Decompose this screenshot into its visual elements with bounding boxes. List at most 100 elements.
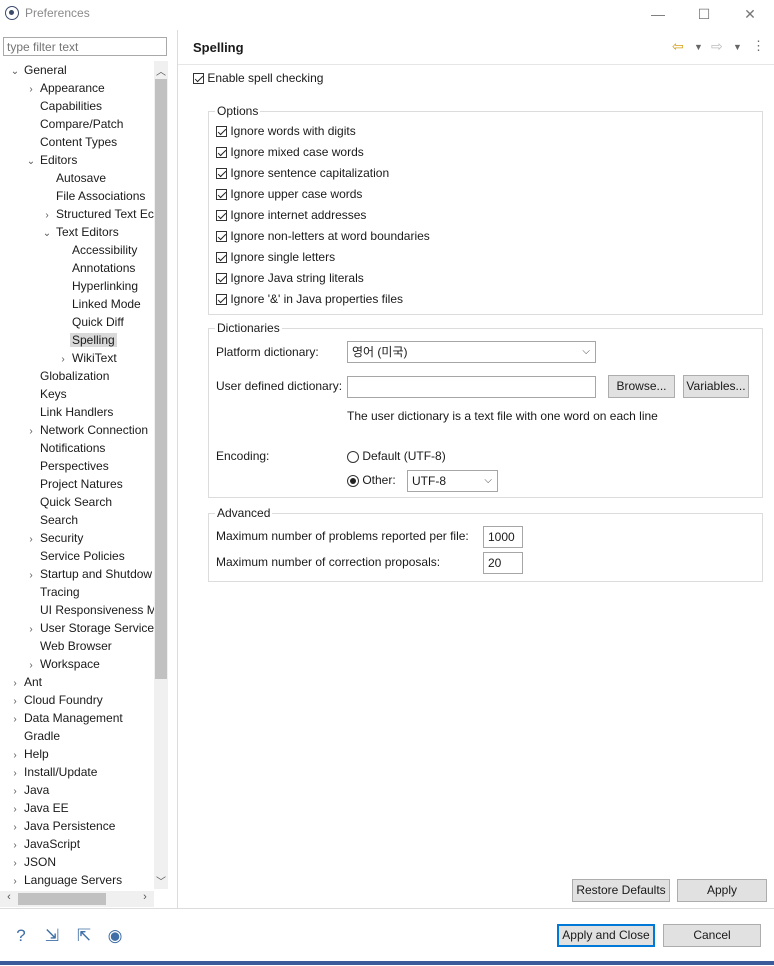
platform-dictionary-select[interactable]: 영어 (미국) ⌵ [347, 341, 596, 363]
tree-item[interactable]: Search [24, 511, 80, 529]
scroll-thumb[interactable] [155, 79, 167, 679]
option-checkbox[interactable]: Ignore '&' in Java properties files [216, 290, 403, 308]
checkbox-icon[interactable] [216, 273, 227, 285]
encoding-other-radio[interactable]: Other: [347, 471, 396, 489]
apply-and-close-button[interactable]: Apply and Close [557, 924, 655, 947]
tree-item[interactable]: Accessibility [56, 241, 139, 259]
scroll-right-icon[interactable]: › [138, 891, 152, 903]
browse-button[interactable]: Browse... [608, 375, 675, 398]
tree-item[interactable]: › Java Persistence [8, 817, 117, 835]
checkbox-icon[interactable] [216, 210, 227, 222]
checkbox-icon[interactable] [216, 231, 227, 243]
tree-item[interactable]: Globalization [24, 367, 111, 385]
radio-icon[interactable] [347, 450, 359, 463]
encoding-default-radio[interactable]: Default (UTF-8) [347, 447, 446, 465]
scroll-left-icon[interactable]: ‹ [2, 891, 16, 903]
max-proposals-input[interactable]: 20 [483, 552, 523, 574]
tree-item[interactable]: Tracing [24, 583, 82, 601]
tree-item[interactable]: Service Policies [24, 547, 127, 565]
tree-item[interactable]: Autosave [40, 169, 108, 187]
back-arrow-icon[interactable]: ⇦ [672, 38, 684, 55]
tree-item[interactable]: › Java [8, 781, 51, 799]
option-checkbox[interactable]: Ignore Java string literals [216, 269, 364, 287]
tree-item[interactable]: Content Types [24, 133, 119, 151]
tree-item[interactable]: › Structured Text Ec [40, 205, 154, 223]
maximize-button[interactable]: ☐ [689, 4, 719, 24]
view-menu-icon[interactable]: ⋮ [752, 38, 765, 54]
tree-item[interactable]: › Workspace [24, 655, 102, 673]
user-dictionary-input[interactable] [347, 376, 596, 398]
tree-item[interactable]: Compare/Patch [24, 115, 125, 133]
tree-item[interactable]: › Network Connection [24, 421, 150, 439]
max-problems-input[interactable]: 1000 [483, 526, 523, 548]
tree-item[interactable]: File Associations [40, 187, 147, 205]
tree-item[interactable]: › Install/Update [8, 763, 99, 781]
checkbox-icon[interactable] [216, 294, 227, 306]
tree-item[interactable]: › JSON [8, 853, 58, 871]
option-checkbox[interactable]: Ignore upper case words [216, 185, 362, 203]
tree-item[interactable]: ⌄ General [8, 61, 69, 79]
option-checkbox[interactable]: Ignore sentence capitalization [216, 164, 389, 182]
tree-item[interactable]: › WikiText [56, 349, 119, 367]
expanded-chevron-icon[interactable]: ⌄ [8, 63, 22, 81]
tree-item[interactable]: › Data Management [8, 709, 125, 727]
tree-item[interactable]: › User Storage Service [24, 619, 154, 637]
back-menu-chevron-icon[interactable]: ▼ [694, 42, 703, 52]
enable-spell-checkbox[interactable]: Enable spell checking [193, 69, 323, 87]
tree-item[interactable]: › Language Servers [8, 871, 124, 889]
encoding-other-select[interactable]: UTF-8 ⌵ [407, 470, 498, 492]
tree-vertical-scrollbar[interactable]: ︿ ﹀ [154, 61, 168, 889]
minimize-button[interactable]: — [643, 4, 673, 24]
forward-arrow-icon[interactable]: ⇨ [711, 38, 723, 55]
forward-menu-chevron-icon[interactable]: ▼ [733, 42, 742, 52]
tree-item[interactable]: Capabilities [24, 97, 104, 115]
checkbox-icon[interactable] [216, 126, 227, 138]
tree-item[interactable]: Project Natures [24, 475, 125, 493]
tree-item[interactable]: Keys [24, 385, 69, 403]
option-checkbox[interactable]: Ignore single letters [216, 248, 335, 266]
tree-item[interactable]: › Ant [8, 673, 44, 691]
option-checkbox[interactable]: Ignore mixed case words [216, 143, 364, 161]
cancel-button[interactable]: Cancel [663, 924, 761, 947]
tree-item[interactable]: Web Browser [24, 637, 114, 655]
option-checkbox[interactable]: Ignore internet addresses [216, 206, 366, 224]
variables-button[interactable]: Variables... [683, 375, 749, 398]
checkbox-icon[interactable] [216, 189, 227, 201]
tree-item[interactable]: › Java EE [8, 799, 71, 817]
tree-item[interactable]: Linked Mode [56, 295, 143, 313]
help-icon[interactable]: ? [10, 925, 32, 947]
export-icon[interactable]: ⇱ [73, 925, 95, 947]
tree-item[interactable]: › Help [8, 745, 51, 763]
close-button[interactable]: ✕ [735, 4, 765, 24]
option-checkbox[interactable]: Ignore non-letters at word boundaries [216, 227, 430, 245]
apply-button[interactable]: Apply [677, 879, 767, 902]
tree-item[interactable]: › Security [24, 529, 85, 547]
hscroll-thumb[interactable] [18, 893, 106, 905]
panel-divider[interactable] [177, 30, 178, 908]
expanded-chevron-icon[interactable]: ⌄ [40, 225, 54, 243]
checkbox-icon[interactable] [193, 73, 204, 85]
record-icon[interactable]: ◉ [104, 925, 126, 947]
scroll-down-icon[interactable]: ﹀ [154, 873, 168, 888]
checkbox-icon[interactable] [216, 168, 227, 180]
tree-item[interactable]: › JavaScript [8, 835, 82, 853]
filter-input[interactable] [3, 37, 167, 56]
tree-item[interactable]: Gradle [8, 727, 62, 745]
tree-item[interactable]: Notifications [24, 439, 107, 457]
tree-item[interactable]: › Startup and Shutdow [24, 565, 154, 583]
tree-item[interactable]: Link Handlers [24, 403, 115, 421]
tree-item[interactable]: UI Responsiveness M [24, 601, 154, 619]
checkbox-icon[interactable] [216, 147, 227, 159]
collapsed-chevron-icon[interactable]: › [8, 873, 22, 889]
scroll-up-icon[interactable]: ︿ [154, 63, 168, 78]
tree-item[interactable]: ⌄ Text Editors [40, 223, 121, 241]
expanded-chevron-icon[interactable]: ⌄ [24, 153, 38, 171]
tree-item[interactable]: Spelling [56, 331, 117, 349]
tree-item[interactable]: ⌄ Editors [24, 151, 79, 169]
restore-defaults-button[interactable]: Restore Defaults [572, 879, 670, 902]
import-icon[interactable]: ⇲ [41, 925, 63, 947]
checkbox-icon[interactable] [216, 252, 227, 264]
tree-item[interactable]: › Cloud Foundry [8, 691, 105, 709]
tree-item[interactable]: Hyperlinking [56, 277, 140, 295]
tree-item[interactable]: › Appearance [24, 79, 107, 97]
